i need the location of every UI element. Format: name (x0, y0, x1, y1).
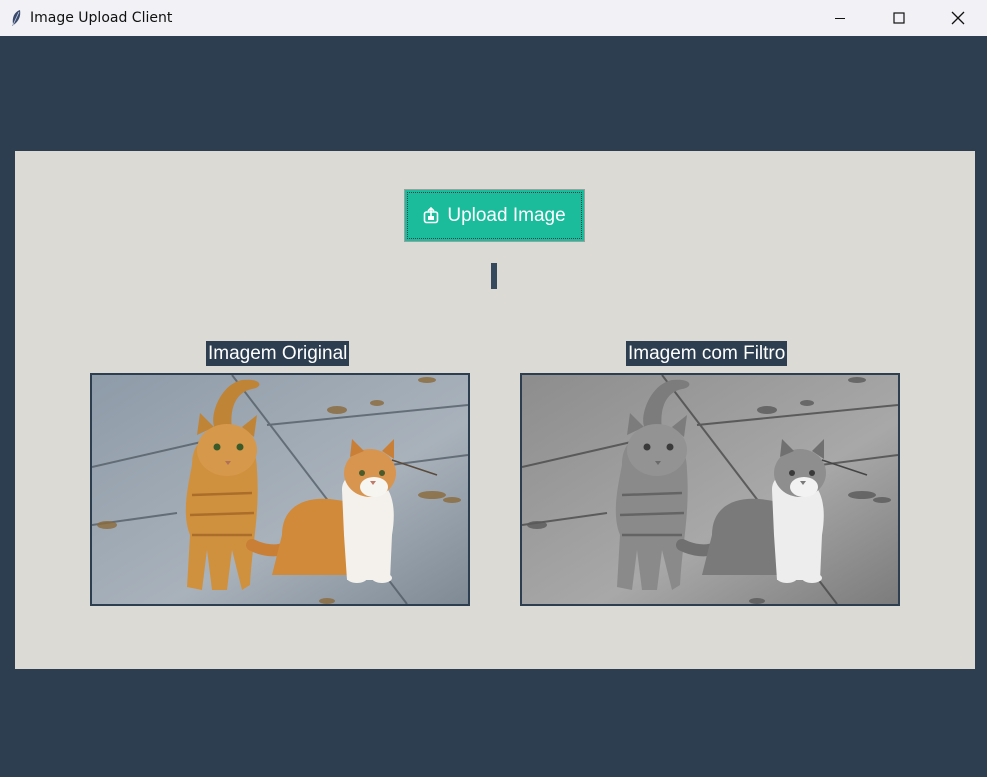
feather-icon (0, 0, 30, 36)
minimize-icon (834, 18, 845, 19)
close-icon (951, 11, 964, 25)
window-controls (810, 0, 987, 36)
upload-image-label: Upload Image (447, 204, 566, 226)
original-image (90, 373, 470, 606)
upload-image-button[interactable]: Upload Image (404, 189, 585, 242)
status-indicator (491, 263, 497, 289)
main-panel: Upload Image Imagem Original Imagem com … (15, 151, 975, 669)
maximize-button[interactable] (869, 0, 928, 36)
maximize-icon (892, 12, 905, 24)
filtered-image (520, 373, 900, 606)
original-image-label: Imagem Original (206, 341, 350, 366)
minimize-button[interactable] (810, 0, 869, 36)
upload-icon (423, 207, 439, 224)
window-title: Image Upload Client (30, 10, 173, 26)
filtered-image-label: Imagem com Filtro (626, 341, 788, 366)
window-titlebar: Image Upload Client (0, 0, 987, 36)
close-button[interactable] (928, 0, 987, 36)
